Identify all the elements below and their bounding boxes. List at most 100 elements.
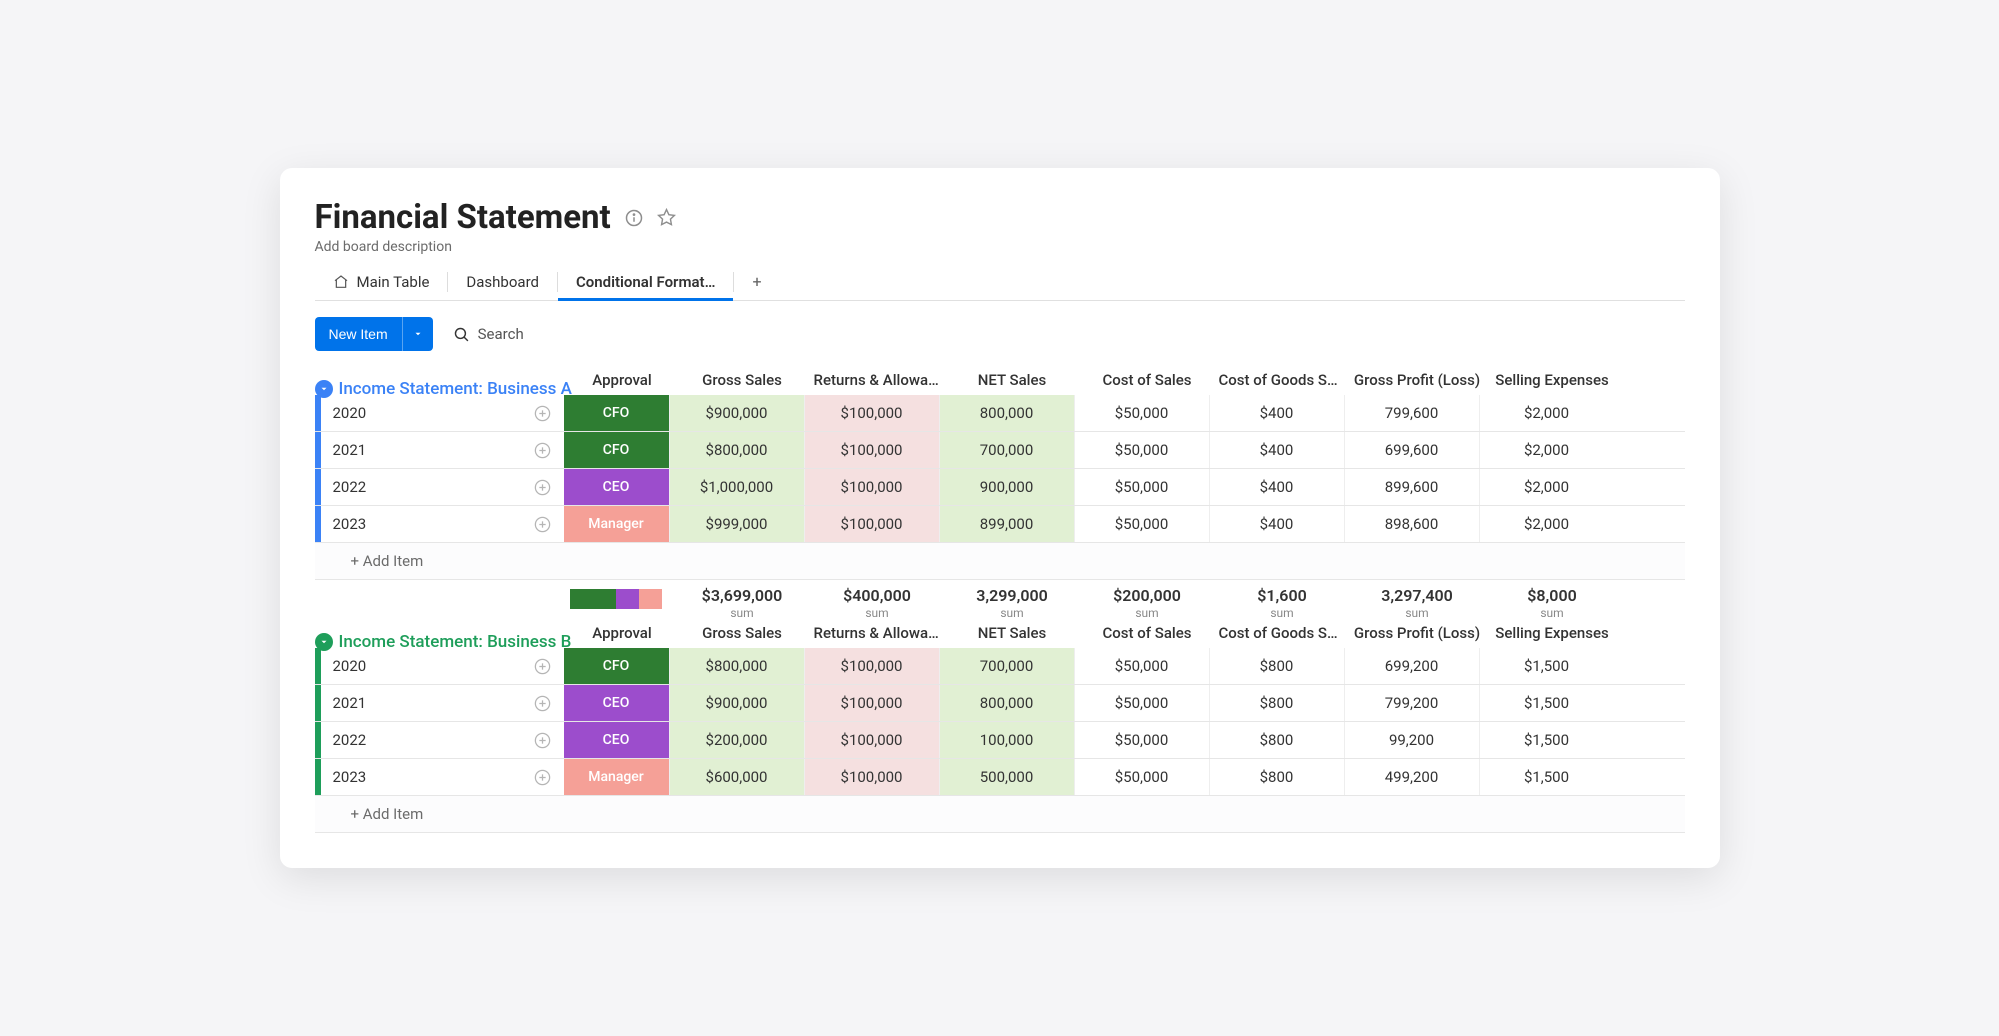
approval-cell[interactable]: CFO	[564, 648, 669, 684]
expand-icon[interactable]	[533, 694, 552, 713]
approval-cell[interactable]: CFO	[564, 395, 669, 431]
returns-cell[interactable]: $100,000	[804, 506, 939, 542]
table-row[interactable]: 2023 Manager $999,000 $100,000 899,000 $…	[315, 506, 1685, 543]
search-button[interactable]: Search	[453, 325, 524, 343]
approval-cell[interactable]: Manager	[564, 759, 669, 795]
table-row[interactable]: 2022 CEO $1,000,000 $100,000 900,000 $50…	[315, 469, 1685, 506]
net-sales-cell[interactable]: 800,000	[939, 685, 1074, 721]
column-header[interactable]: Cost of Sales	[1080, 624, 1215, 642]
net-sales-cell[interactable]: 500,000	[939, 759, 1074, 795]
expand-icon[interactable]	[533, 404, 552, 423]
column-header[interactable]: NET Sales	[945, 624, 1080, 642]
cogs-cell[interactable]: $400	[1209, 432, 1344, 468]
column-header[interactable]: Gross Sales	[675, 624, 810, 642]
gross-sales-cell[interactable]: $999,000	[669, 506, 804, 542]
returns-cell[interactable]: $100,000	[804, 722, 939, 758]
table-row[interactable]: 2023 Manager $600,000 $100,000 500,000 $…	[315, 759, 1685, 796]
table-row[interactable]: 2022 CEO $200,000 $100,000 100,000 $50,0…	[315, 722, 1685, 759]
selling-exp-cell[interactable]: $2,000	[1479, 432, 1614, 468]
cost-of-sales-cell[interactable]: $50,000	[1074, 685, 1209, 721]
net-sales-cell[interactable]: 900,000	[939, 469, 1074, 505]
gross-sales-cell[interactable]: $800,000	[669, 648, 804, 684]
selling-exp-cell[interactable]: $1,500	[1479, 648, 1614, 684]
selling-exp-cell[interactable]: $2,000	[1479, 469, 1614, 505]
column-header[interactable]: Cost of Goods Sold	[1215, 624, 1350, 642]
column-header[interactable]: Cost of Goods Sold	[1215, 371, 1350, 389]
add-item-row[interactable]: + Add Item	[315, 543, 1685, 580]
item-name-cell[interactable]: 2020	[321, 395, 564, 431]
item-name-cell[interactable]: 2023	[321, 506, 564, 542]
column-header[interactable]: Returns & Allowan…	[810, 371, 945, 389]
expand-icon[interactable]	[533, 731, 552, 750]
gross-sales-cell[interactable]: $1,000,000	[669, 469, 804, 505]
item-name-cell[interactable]: 2022	[321, 469, 564, 505]
gross-profit-cell[interactable]: 499,200	[1344, 759, 1479, 795]
returns-cell[interactable]: $100,000	[804, 395, 939, 431]
approval-cell[interactable]: Manager	[564, 506, 669, 542]
new-item-dropdown[interactable]	[402, 317, 433, 351]
gross-profit-cell[interactable]: 898,600	[1344, 506, 1479, 542]
column-header[interactable]: Cost of Sales	[1080, 371, 1215, 389]
info-icon[interactable]	[625, 209, 643, 227]
star-icon[interactable]	[657, 208, 676, 227]
add-tab-button[interactable]: +	[734, 263, 779, 300]
gross-profit-cell[interactable]: 799,200	[1344, 685, 1479, 721]
gross-profit-cell[interactable]: 699,200	[1344, 648, 1479, 684]
column-header[interactable]: Gross Profit (Loss)	[1350, 624, 1485, 642]
table-row[interactable]: 2021 CFO $800,000 $100,000 700,000 $50,0…	[315, 432, 1685, 469]
gross-profit-cell[interactable]: 899,600	[1344, 469, 1479, 505]
gross-sales-cell[interactable]: $600,000	[669, 759, 804, 795]
column-header[interactable]: Returns & Allowan…	[810, 624, 945, 642]
item-name-cell[interactable]: 2020	[321, 648, 564, 684]
cost-of-sales-cell[interactable]: $50,000	[1074, 759, 1209, 795]
tab-dashboard[interactable]: Dashboard	[448, 264, 557, 300]
tab-main-table[interactable]: Main Table	[315, 264, 448, 300]
cogs-cell[interactable]: $400	[1209, 469, 1344, 505]
cost-of-sales-cell[interactable]: $50,000	[1074, 722, 1209, 758]
selling-exp-cell[interactable]: $2,000	[1479, 506, 1614, 542]
returns-cell[interactable]: $100,000	[804, 432, 939, 468]
column-header[interactable]: Selling Expenses	[1485, 624, 1620, 642]
net-sales-cell[interactable]: 899,000	[939, 506, 1074, 542]
net-sales-cell[interactable]: 100,000	[939, 722, 1074, 758]
selling-exp-cell[interactable]: $2,000	[1479, 395, 1614, 431]
cost-of-sales-cell[interactable]: $50,000	[1074, 506, 1209, 542]
add-item-row[interactable]: + Add Item	[315, 796, 1685, 833]
approval-cell[interactable]: CEO	[564, 469, 669, 505]
expand-icon[interactable]	[533, 657, 552, 676]
approval-cell[interactable]: CEO	[564, 722, 669, 758]
gross-sales-cell[interactable]: $900,000	[669, 685, 804, 721]
returns-cell[interactable]: $100,000	[804, 685, 939, 721]
column-header[interactable]: Approval	[570, 624, 675, 642]
item-name-cell[interactable]: 2022	[321, 722, 564, 758]
gross-profit-cell[interactable]: 699,600	[1344, 432, 1479, 468]
cogs-cell[interactable]: $800	[1209, 759, 1344, 795]
cogs-cell[interactable]: $400	[1209, 506, 1344, 542]
gross-profit-cell[interactable]: 99,200	[1344, 722, 1479, 758]
item-name-cell[interactable]: 2023	[321, 759, 564, 795]
returns-cell[interactable]: $100,000	[804, 469, 939, 505]
cost-of-sales-cell[interactable]: $50,000	[1074, 648, 1209, 684]
gross-profit-cell[interactable]: 799,600	[1344, 395, 1479, 431]
table-row[interactable]: 2021 CEO $900,000 $100,000 800,000 $50,0…	[315, 685, 1685, 722]
cogs-cell[interactable]: $400	[1209, 395, 1344, 431]
tab-conditional-format[interactable]: Conditional Format…	[558, 264, 733, 300]
cogs-cell[interactable]: $800	[1209, 685, 1344, 721]
cost-of-sales-cell[interactable]: $50,000	[1074, 469, 1209, 505]
cogs-cell[interactable]: $800	[1209, 722, 1344, 758]
expand-icon[interactable]	[533, 478, 552, 497]
net-sales-cell[interactable]: 700,000	[939, 648, 1074, 684]
table-row[interactable]: 2020 CFO $800,000 $100,000 700,000 $50,0…	[315, 648, 1685, 685]
column-header[interactable]: Gross Sales	[675, 371, 810, 389]
returns-cell[interactable]: $100,000	[804, 648, 939, 684]
gross-sales-cell[interactable]: $800,000	[669, 432, 804, 468]
item-name-cell[interactable]: 2021	[321, 685, 564, 721]
cost-of-sales-cell[interactable]: $50,000	[1074, 395, 1209, 431]
gross-sales-cell[interactable]: $900,000	[669, 395, 804, 431]
selling-exp-cell[interactable]: $1,500	[1479, 722, 1614, 758]
net-sales-cell[interactable]: 700,000	[939, 432, 1074, 468]
selling-exp-cell[interactable]: $1,500	[1479, 685, 1614, 721]
cost-of-sales-cell[interactable]: $50,000	[1074, 432, 1209, 468]
net-sales-cell[interactable]: 800,000	[939, 395, 1074, 431]
column-header[interactable]: Selling Expenses	[1485, 371, 1620, 389]
